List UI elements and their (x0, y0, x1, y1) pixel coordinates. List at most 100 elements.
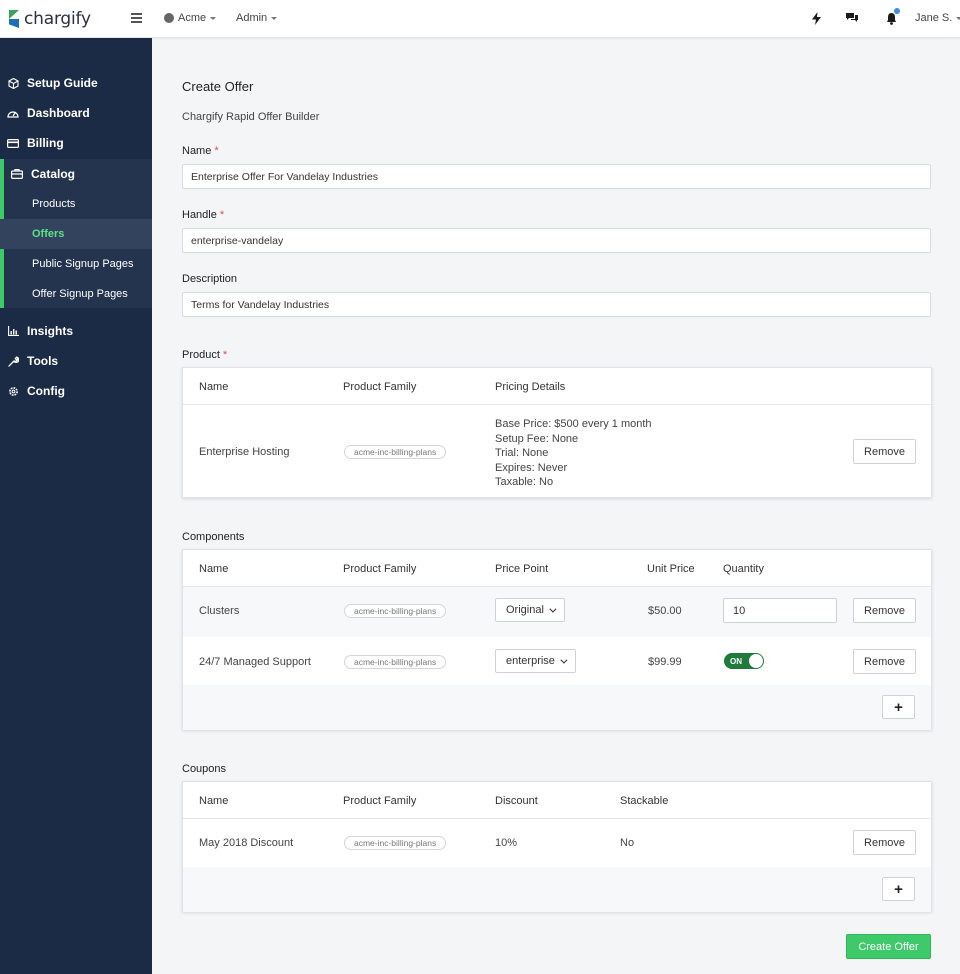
column-header: Product Family (343, 381, 417, 393)
chevron-down-icon (549, 605, 557, 613)
pricing-line: Taxable: No (495, 476, 554, 488)
bolt-icon[interactable] (809, 11, 823, 25)
account-switcher[interactable]: Acme (164, 12, 217, 24)
toggle-knob (749, 654, 763, 668)
sidebar-item-config[interactable]: Config (0, 376, 152, 406)
table-footer (183, 685, 931, 730)
components-card: Name Product Family Price Point Unit Pri… (182, 549, 932, 730)
sidebar-subitem-offer-signup-pages[interactable]: Offer Signup Pages (0, 279, 152, 309)
chargify-logo[interactable]: chargify (9, 8, 91, 30)
price-point-value: Original (506, 604, 544, 616)
column-header: Product Family (343, 795, 417, 807)
price-point-value: enterprise (506, 655, 555, 667)
pricing-line: Setup Fee: None (495, 432, 579, 445)
user-menu[interactable]: Jane S. (915, 12, 960, 24)
sidebar-item-dashboard[interactable]: Dashboard (0, 98, 152, 128)
product-family-badge: acme-inc-billing-plans (344, 445, 447, 459)
unit-price: $99.99 (648, 656, 682, 668)
top-bar: chargify Acme Admin Jane S. (0, 0, 960, 38)
chevron-down-icon (560, 656, 568, 664)
price-point-select[interactable]: Original (495, 598, 565, 622)
sidebar-subitem-offers[interactable]: Offers (0, 219, 152, 249)
product-card: Name Product Family Pricing Details Ente… (182, 367, 932, 498)
add-component-button[interactable]: + (882, 695, 915, 719)
sidebar-item-label: Dashboard (27, 106, 90, 120)
column-header: Stackable (620, 795, 669, 807)
column-header: Discount (495, 795, 538, 807)
remove-coupon-button[interactable]: Remove (853, 830, 916, 855)
pricing-line: Base Price: $500 every 1 month (495, 418, 652, 430)
coupon-name: May 2018 Discount (199, 837, 294, 849)
page-subtitle: Chargify Rapid Offer Builder (182, 111, 320, 123)
remove-product-button[interactable]: Remove (853, 439, 916, 464)
component-name: 24/7 Managed Support (199, 656, 311, 668)
sidebar-item-label: Tools (27, 354, 59, 368)
pricing-details: Base Price: $500 every 1 month Setup Fee… (495, 417, 652, 490)
role-name: Admin (236, 12, 268, 24)
sidebar-item-tools[interactable]: Tools (0, 346, 152, 376)
price-point-select[interactable]: enterprise (495, 649, 576, 673)
table-footer (183, 867, 931, 912)
bell-icon[interactable] (884, 8, 900, 25)
coupons-label: Coupons (182, 763, 227, 775)
chat-icon[interactable] (845, 11, 859, 25)
page-title: Create Offer (182, 79, 254, 94)
column-header: Name (199, 381, 229, 393)
brand-name: chargify (24, 9, 91, 29)
column-header: Price Point (495, 563, 549, 575)
gauge-icon (7, 108, 19, 118)
sidebar-item-label: Setup Guide (27, 76, 98, 90)
name-input[interactable]: Enterprise Offer For Vandelay Industries (182, 164, 931, 189)
sidebar-item-insights[interactable]: Insights (0, 316, 152, 346)
sidebar-item-label: Config (27, 384, 65, 398)
sidebar-item-catalog[interactable]: Catalog (0, 159, 152, 189)
user-name: Jane S. (915, 12, 953, 24)
catalog-icon (11, 169, 23, 179)
quantity-toggle[interactable]: ON (724, 653, 764, 669)
description-label: Description (182, 273, 238, 285)
name-label: Name * (182, 145, 219, 157)
toggle-label: ON (730, 656, 742, 666)
sidebar-item-billing[interactable]: Billing (0, 128, 152, 158)
sidebar-item-label: Catalog (31, 167, 76, 181)
sidebar-subitem-products[interactable]: Products (0, 189, 152, 219)
handle-label: Handle * (182, 209, 225, 221)
remove-component-button[interactable]: Remove (853, 649, 916, 674)
chart-icon (7, 326, 19, 336)
description-input[interactable]: Terms for Vandelay Industries (182, 292, 931, 317)
quantity-input[interactable]: 10 (723, 598, 837, 623)
chevron-down-icon (956, 16, 960, 20)
box-icon (7, 77, 19, 89)
sidebar-item-setup-guide[interactable]: Setup Guide (0, 68, 152, 98)
notification-badge (894, 8, 900, 14)
product-family-badge: acme-inc-billing-plans (344, 655, 447, 669)
role-switcher[interactable]: Admin (236, 12, 278, 24)
create-offer-button[interactable]: Create Offer (846, 934, 931, 959)
column-header: Quantity (723, 563, 764, 575)
sidebar-item-label: Insights (27, 324, 74, 338)
sidebar: Setup Guide Dashboard Billing Catalog Pr… (0, 38, 152, 974)
chargify-logo-icon (9, 10, 21, 28)
column-header: Product Family (343, 563, 417, 575)
component-name: Clusters (199, 605, 240, 617)
sidebar-item-label: Billing (27, 136, 64, 150)
product-label: Product * (182, 349, 228, 361)
sidebar-subitem-public-signup-pages[interactable]: Public Signup Pages (0, 249, 152, 279)
column-header: Unit Price (647, 563, 695, 575)
components-label: Components (182, 531, 245, 543)
column-header: Name (199, 795, 229, 807)
column-header: Pricing Details (495, 381, 566, 393)
column-header: Name (199, 563, 229, 575)
pricing-line: Trial: None (495, 447, 549, 459)
remove-component-button[interactable]: Remove (853, 598, 916, 623)
account-name: Acme (178, 12, 207, 24)
chevron-down-icon (271, 16, 278, 20)
card-icon (7, 138, 19, 148)
handle-input[interactable]: enterprise-vandelay (182, 228, 931, 253)
components-table-header: Name Product Family Price Point Unit Pri… (183, 550, 931, 587)
product-name: Enterprise Hosting (199, 446, 290, 458)
gear-icon (7, 386, 19, 397)
catalog-group: Catalog Products Offers Public Signup Pa… (0, 159, 152, 308)
add-coupon-button[interactable]: + (882, 877, 915, 901)
menu-icon[interactable] (131, 13, 142, 23)
